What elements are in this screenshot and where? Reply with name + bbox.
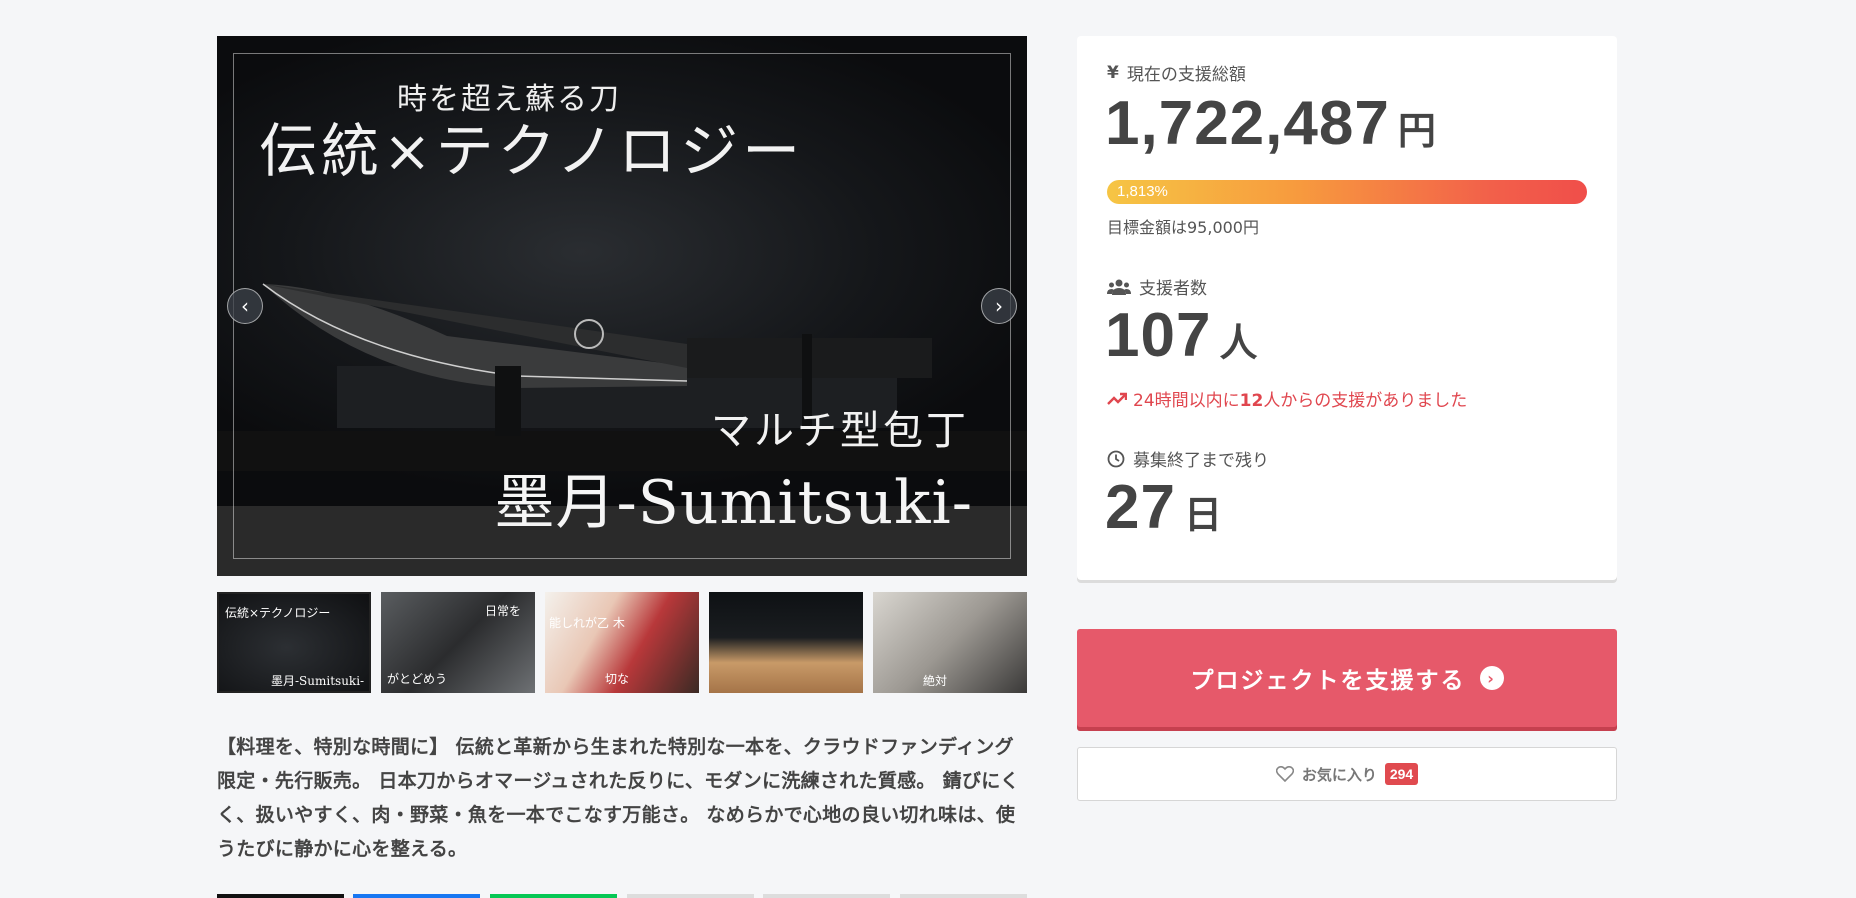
recent-backers-notice: 24時間以内に12人からの支援がありました: [1107, 386, 1467, 411]
clock-icon: [1107, 450, 1125, 467]
thumbnail-2[interactable]: 日常を がとどめう: [381, 592, 535, 693]
trend-count: 12: [1239, 391, 1264, 411]
thumbnail-caption: 伝統×テクノロジー: [225, 606, 331, 620]
users-icon: [1107, 279, 1131, 295]
share-button-6[interactable]: [900, 894, 1027, 898]
thumbnail-caption: 日常を: [485, 604, 522, 618]
carousel-prev-button[interactable]: ‹: [227, 288, 263, 324]
carousel-next-button[interactable]: ›: [981, 288, 1017, 324]
chevron-right-circle-icon: ›: [1479, 666, 1504, 690]
thumbnail-caption: 切な: [605, 672, 630, 686]
heart-icon: [1275, 766, 1294, 782]
project-main-image: 時を超え蘇る刀 伝統×テクノロジー マルチ型包丁 墨月-Sumitsuki- ‹…: [217, 36, 1027, 576]
remaining-days: 27 日: [1105, 472, 1222, 543]
share-button-line[interactable]: [490, 894, 617, 898]
total-amount-label-text: 現在の支援総額: [1126, 65, 1246, 85]
thumbnail-caption: 能しれが乙 木: [549, 616, 625, 630]
support-project-button[interactable]: プロジェクトを支援する ›: [1077, 629, 1617, 727]
total-amount-label: ¥ 現在の支援総額: [1107, 60, 1246, 86]
chevron-right-icon: ›: [995, 294, 1003, 318]
share-button-5[interactable]: [763, 894, 890, 898]
favorite-button[interactable]: お気に入り 294: [1077, 747, 1617, 801]
yen-icon: ¥: [1107, 62, 1119, 83]
backers-label-text: 支援者数: [1139, 279, 1207, 299]
backers-label: 支援者数: [1107, 274, 1207, 299]
hero-product-type: マルチ型包丁: [711, 408, 969, 454]
remaining-days-value: 27: [1105, 473, 1176, 542]
chevron-left-icon: ‹: [241, 294, 249, 318]
share-button-facebook[interactable]: [353, 894, 480, 898]
trend-prefix: 24時間以内に: [1133, 391, 1240, 411]
trend-suffix: 人からの支援がありました: [1263, 391, 1468, 411]
thumbnail-3[interactable]: 能しれが乙 木 切な: [545, 592, 699, 693]
thumbnail-caption: がとどめう: [387, 672, 448, 686]
share-button-x[interactable]: [217, 894, 344, 898]
funding-stats-panel: ¥ 現在の支援総額 1,722,487 円 1,813% 目標金額は95,000円…: [1077, 36, 1617, 580]
total-amount: 1,722,487 円: [1105, 88, 1436, 159]
thumbnail-strip: 伝統×テクノロジー 墨月-Sumitsuki- 日常を がとどめう 能しれが乙 …: [217, 592, 1027, 694]
favorite-label: お気に入り: [1301, 765, 1377, 784]
hero-product-name: 墨月-Sumitsuki-: [494, 468, 973, 538]
remaining-label: 募集終了まで残り: [1107, 446, 1269, 471]
hero-title: 伝統×テクノロジー: [259, 117, 805, 185]
backers-count: 107 人: [1105, 300, 1257, 371]
thumbnail-caption: 絶対: [923, 674, 948, 688]
share-buttons: [217, 894, 1027, 898]
backers-count-value: 107: [1105, 301, 1212, 370]
thumbnail-caption: 墨月-Sumitsuki-: [271, 674, 365, 688]
funding-progress-bar: 1,813%: [1107, 180, 1587, 204]
support-button-label: プロジェクトを支援する: [1190, 668, 1466, 694]
backers-count-unit: 人: [1219, 323, 1258, 365]
funding-progress-percent: 1,813%: [1117, 183, 1168, 200]
total-amount-unit: 円: [1397, 111, 1436, 153]
favorite-count-badge: 294: [1384, 763, 1419, 785]
trending-up-icon: [1107, 392, 1127, 405]
remaining-label-text: 募集終了まで残り: [1133, 451, 1269, 471]
thumbnail-5[interactable]: 絶対: [873, 592, 1027, 693]
thumbnail-1[interactable]: 伝統×テクノロジー 墨月-Sumitsuki-: [217, 592, 371, 693]
share-button-4[interactable]: [627, 894, 754, 898]
goal-amount: 目標金額は95,000円: [1107, 218, 1259, 237]
remaining-days-unit: 日: [1183, 495, 1222, 537]
total-amount-value: 1,722,487: [1105, 89, 1390, 158]
project-description: 【料理を、特別な時間に】 伝統と革新から生まれた特別な一本を、クラウドファンディ…: [217, 736, 1020, 860]
thumbnail-4[interactable]: [709, 592, 863, 693]
